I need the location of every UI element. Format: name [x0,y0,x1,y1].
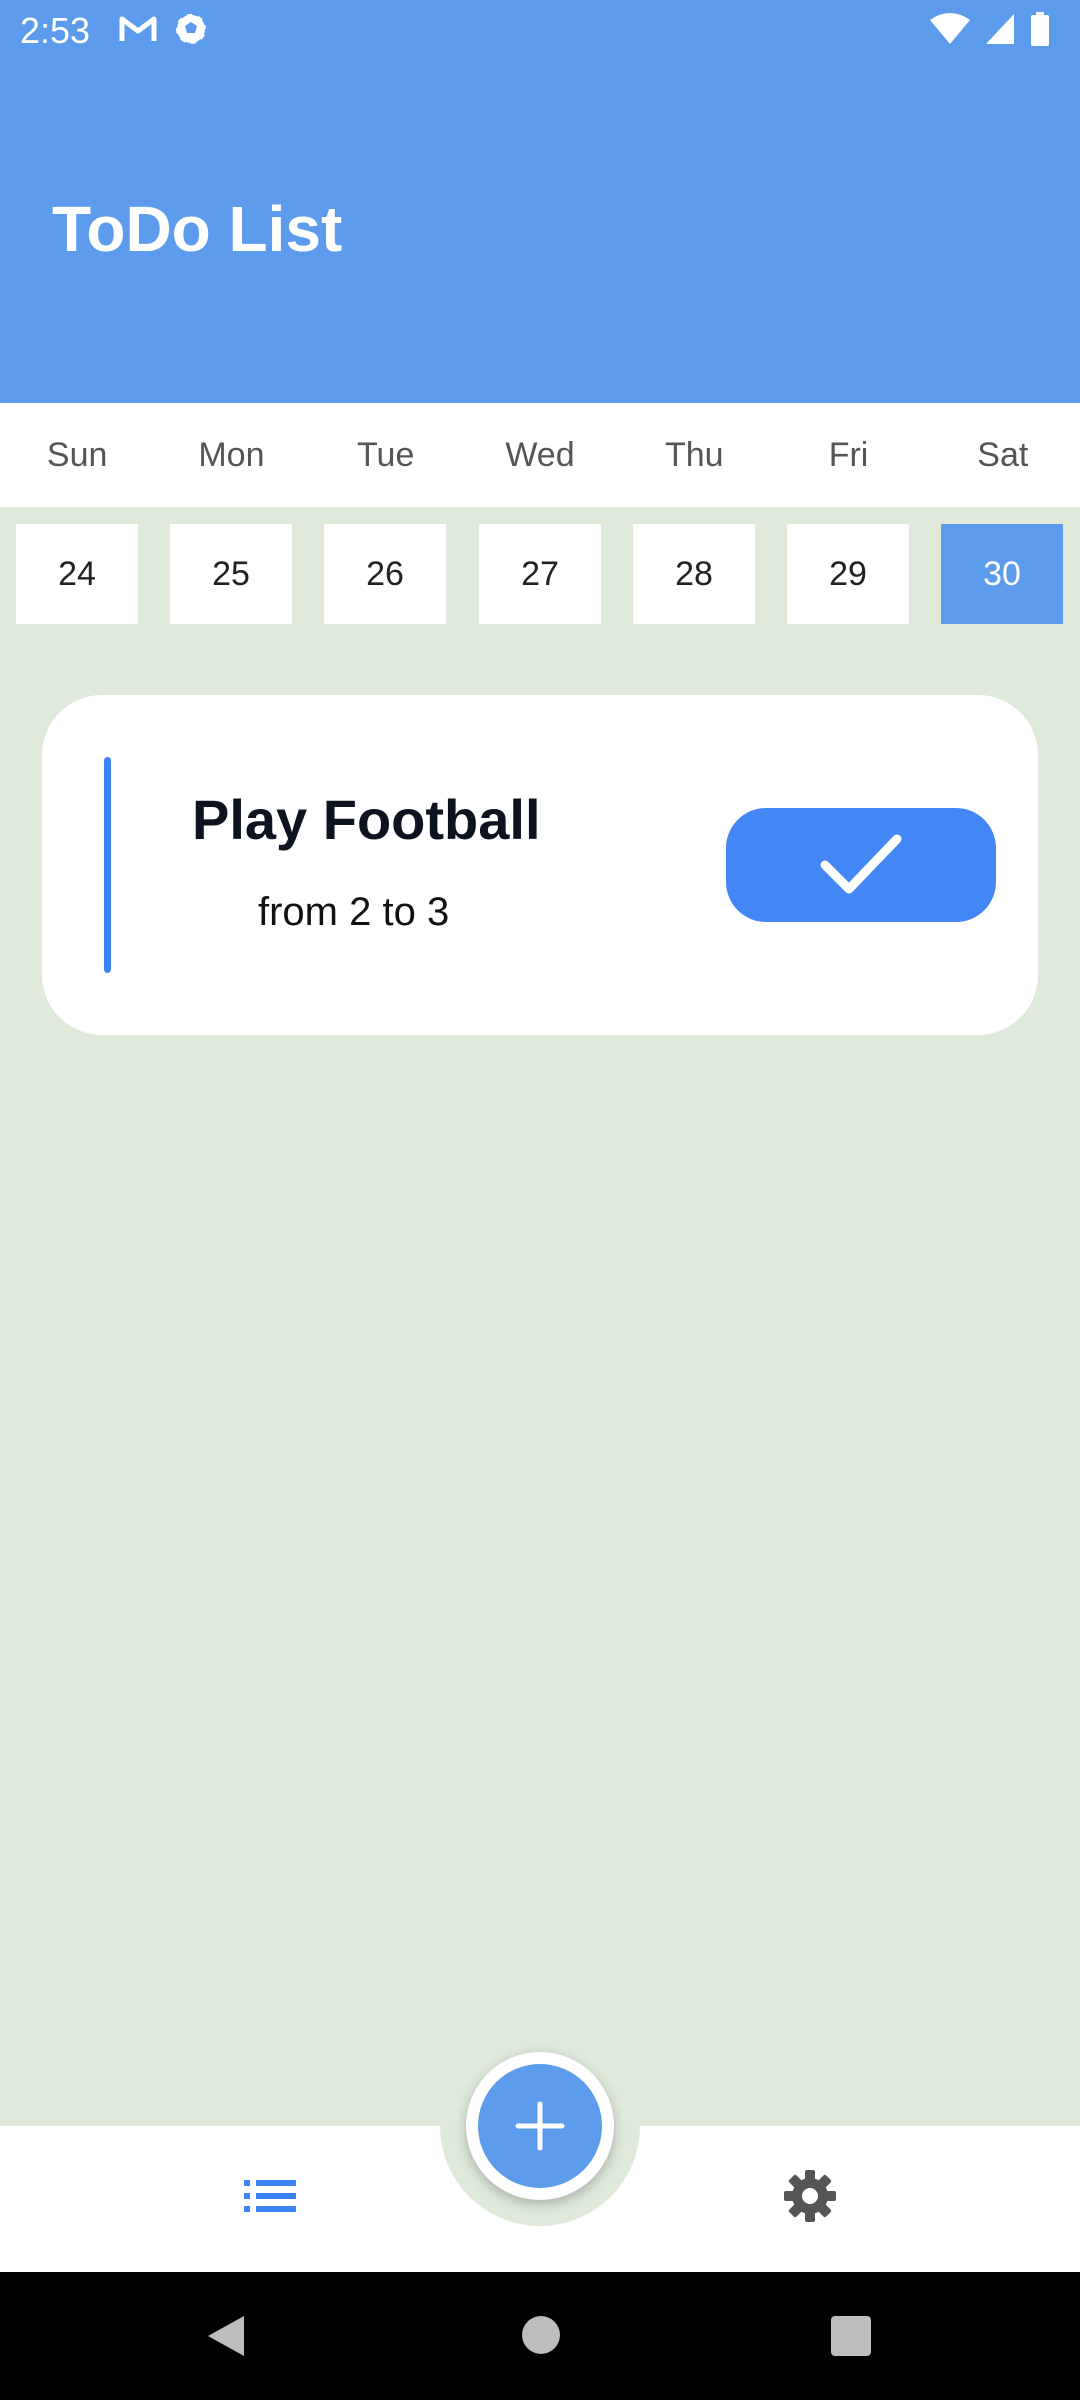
app-bar: 2:53 ToDo List [0,0,1080,403]
weekday-label: Sat [977,436,1029,474]
nav-settings-button[interactable] [782,2168,838,2224]
task-card[interactable]: Play Football from 2 to 3 [42,695,1038,1035]
task-time: from 2 to 3 [258,890,450,934]
date-selector: 24 25 26 27 28 29 30 [0,524,1080,624]
gear-icon [784,2170,836,2222]
wifi-icon [930,13,970,44]
date-cell[interactable]: 29 [787,524,909,624]
list-icon [244,2180,296,2212]
date-cell[interactable]: 24 [16,524,138,624]
page-title: ToDo List [52,193,343,265]
back-icon[interactable] [206,2314,246,2358]
gmail-icon [119,16,157,41]
weekday-label: Mon [198,436,265,474]
date-cell[interactable]: 28 [633,524,755,624]
date-cell-selected[interactable]: 30 [941,524,1063,624]
date-cell[interactable]: 25 [170,524,292,624]
battery-icon [1031,12,1049,46]
nav-tasks-button[interactable] [244,2176,296,2216]
weekday-label: Wed [505,436,575,474]
weekday-label: Tue [357,436,415,474]
date-cell[interactable]: 26 [324,524,446,624]
recents-icon[interactable] [831,2316,871,2356]
check-icon [820,834,902,894]
weekday-label: Thu [664,436,724,474]
task-title: Play Football [192,788,541,851]
mark-done-button[interactable] [726,808,996,922]
add-task-button[interactable] [478,2064,602,2188]
task-accent-bar [104,757,111,973]
home-icon[interactable] [522,2316,560,2354]
weekday-label: Sun [46,436,108,474]
weekday-label: Fri [828,436,869,474]
plus-icon [515,2101,565,2151]
weekday-header: Sun Mon Tue Wed Thu Fri Sat [0,403,1080,507]
soccer-ball-icon [175,13,207,45]
cellular-signal-icon [986,14,1014,44]
status-system-icons [930,12,1050,46]
status-time: 2:53 [20,10,91,51]
status-notification-icons [118,12,208,46]
date-cell[interactable]: 27 [479,524,601,624]
